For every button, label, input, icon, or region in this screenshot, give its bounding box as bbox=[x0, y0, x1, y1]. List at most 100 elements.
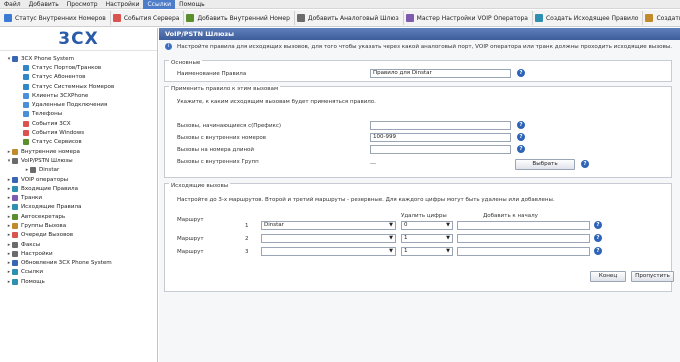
toolbar-button[interactable]: Статус Внутренних Номеров bbox=[2, 11, 111, 25]
route-select[interactable]: Dinstar ▼ bbox=[261, 221, 396, 230]
basic-section-title: Основные bbox=[169, 60, 203, 66]
groups-label: Вызовы с внутренних Групп bbox=[177, 159, 259, 165]
help-icon[interactable]: ? bbox=[517, 69, 525, 77]
menu-item[interactable]: Просмотр bbox=[63, 0, 102, 9]
port-status-icon bbox=[23, 64, 29, 71]
toolbar-button[interactable]: Мастер Настройки VOIP Оператора bbox=[404, 11, 533, 25]
strip-digits-select[interactable]: 1 ▼ bbox=[401, 234, 453, 243]
events-3cx-icon bbox=[23, 120, 29, 127]
tree-item[interactable]: ▸ Группы Вызова bbox=[0, 221, 157, 230]
tree-item[interactable]: События 3CX bbox=[0, 119, 157, 128]
tree-item[interactable]: Телефоны bbox=[0, 110, 157, 119]
tree-item[interactable]: ▸ Ссылки bbox=[0, 268, 157, 277]
help-icon[interactable]: ? bbox=[581, 160, 589, 168]
tree-item-label: Помощь bbox=[21, 278, 45, 285]
toolbar-button[interactable]: События Сервера bbox=[111, 11, 185, 25]
tree-item[interactable]: ▾ 3CX Phone System bbox=[0, 54, 157, 63]
strip-digits-select[interactable]: 0 ▼ bbox=[401, 221, 453, 230]
menu-item[interactable]: Ссылки bbox=[143, 0, 176, 9]
prepend-input[interactable] bbox=[457, 247, 590, 256]
tree-item[interactable]: ▸ Внутренние номера bbox=[0, 147, 157, 156]
tree-item-label: Входящие Правила bbox=[21, 185, 79, 192]
tree-item[interactable]: ▸ Исходящие Правила bbox=[0, 203, 157, 212]
route-label: Маршрут bbox=[177, 236, 204, 242]
help-icon[interactable]: ? bbox=[594, 221, 602, 229]
basic-section: Основные Наименование Правила Правило дл… bbox=[164, 60, 672, 82]
length-label: Вызовы на номера длиной bbox=[177, 147, 254, 153]
route-select[interactable]: ▼ bbox=[261, 247, 396, 256]
tree-item[interactable]: ▸ Обновления 3CX Phone System bbox=[0, 259, 157, 268]
strip-digits-select[interactable]: 1 ▼ bbox=[401, 247, 453, 256]
route-number: 3 bbox=[245, 249, 249, 255]
select-groups-button[interactable]: Выбрать bbox=[515, 159, 575, 170]
tree-item-label: Телефоны bbox=[32, 111, 63, 118]
tree-item[interactable]: ▸ Факсы bbox=[0, 240, 157, 249]
voip-providers-icon bbox=[12, 176, 18, 183]
logo: 3CX bbox=[0, 28, 157, 51]
subscriber-status-icon bbox=[23, 74, 29, 81]
windows-events-icon bbox=[23, 130, 29, 137]
sidebar: 3CX ▾ 3CX Phone System Статус Портов/Транк… bbox=[0, 28, 158, 362]
tree-item[interactable]: Статус Системных Номеров bbox=[0, 82, 157, 91]
clients-icon bbox=[23, 92, 29, 99]
updates-icon bbox=[12, 260, 18, 267]
toolbar-button[interactable]: Создать DID bbox=[643, 11, 680, 25]
tree-item[interactable]: ▸ Транки bbox=[0, 193, 157, 202]
tree-item[interactable]: ▾ VoIP/PSTN Шлюзы bbox=[0, 156, 157, 165]
services-status-icon bbox=[23, 139, 29, 146]
route-number: 1 bbox=[245, 223, 249, 229]
menu-item[interactable]: Файл bbox=[0, 0, 25, 9]
menu-item[interactable]: Настройки bbox=[102, 0, 144, 9]
toolbar-button[interactable]: Добавить Внутренний Номер bbox=[184, 11, 295, 25]
prepend-input[interactable] bbox=[457, 234, 590, 243]
tree-item[interactable]: Статус Портов/Транков bbox=[0, 63, 157, 72]
extensions-icon bbox=[12, 148, 18, 155]
tree-item-label: 3CX Phone System bbox=[21, 55, 75, 62]
skip-button[interactable]: Пропустить bbox=[631, 271, 674, 282]
tree-item[interactable]: Клиенты 3CXPhone bbox=[0, 91, 157, 100]
dropdown-arrow-icon: ▼ bbox=[389, 222, 393, 228]
help-icon[interactable]: ? bbox=[594, 247, 602, 255]
apply-section: Применить правило к этим вызовам Укажите… bbox=[164, 86, 672, 178]
tree-item[interactable]: ▸ VOIP операторы bbox=[0, 175, 157, 184]
toolbar-button[interactable]: Добавить Аналоговый Шлюз bbox=[295, 11, 404, 25]
route-select[interactable]: ▼ bbox=[261, 234, 396, 243]
tree-item[interactable]: События Windows bbox=[0, 128, 157, 137]
tree-item[interactable]: ▸ Dinstar bbox=[0, 166, 157, 175]
help-icon[interactable]: ? bbox=[517, 133, 525, 141]
tree-item[interactable]: ▸ Входящие Правила bbox=[0, 184, 157, 193]
tree-item[interactable]: Статус Абонентов bbox=[0, 73, 157, 82]
rule-name-input[interactable]: Правило для Dinstar bbox=[370, 69, 511, 78]
tree-item[interactable]: ▸ Автосекретарь bbox=[0, 212, 157, 221]
strip-digits-value: 1 bbox=[404, 248, 408, 254]
add-extension-icon bbox=[186, 14, 195, 22]
tree-item-label: События 3CX bbox=[32, 120, 71, 127]
help-icon[interactable]: ? bbox=[594, 234, 602, 242]
tree-item[interactable]: Статус Сервисов bbox=[0, 138, 157, 147]
intro-bar: i Настройте правила для исходящих вызово… bbox=[159, 40, 680, 53]
add-gateway-icon bbox=[296, 14, 305, 22]
toolbar-button[interactable]: Создать Исходящее Правило bbox=[533, 11, 644, 25]
tree-item[interactable]: Удаленные Подключения bbox=[0, 100, 157, 109]
trunks-icon bbox=[12, 195, 18, 202]
tree-item[interactable]: ▸ Помощь bbox=[0, 277, 157, 286]
tree-item-label: Обновления 3CX Phone System bbox=[21, 260, 112, 267]
prefix-input[interactable] bbox=[370, 121, 511, 130]
tree-item-label: Группы Вызова bbox=[21, 222, 67, 229]
cancel-button[interactable]: Конец bbox=[590, 271, 626, 282]
prepend-input[interactable] bbox=[457, 221, 590, 230]
dropdown-arrow-icon: ▼ bbox=[446, 248, 450, 254]
navigation-tree: ▾ 3CX Phone System Статус Портов/Транков Ст… bbox=[0, 51, 157, 286]
length-input[interactable] bbox=[370, 145, 511, 154]
help-icon[interactable]: ? bbox=[517, 121, 525, 129]
phones-icon bbox=[23, 111, 29, 118]
menu-item[interactable]: Добавить bbox=[25, 0, 63, 9]
tree-item[interactable]: ▸ Очереди Вызовов bbox=[0, 231, 157, 240]
tree-item[interactable]: ▸ Настройки bbox=[0, 249, 157, 258]
toolbar-button-label: Мастер Настройки VOIP Оператора bbox=[416, 14, 528, 22]
strip-digits-value: 0 bbox=[404, 222, 408, 228]
menu-item[interactable]: Помощь bbox=[175, 0, 209, 9]
help-icon[interactable]: ? bbox=[517, 145, 525, 153]
extensions-input[interactable]: 100-999 bbox=[370, 133, 511, 142]
tree-item-label: VoIP/PSTN Шлюзы bbox=[21, 157, 73, 164]
